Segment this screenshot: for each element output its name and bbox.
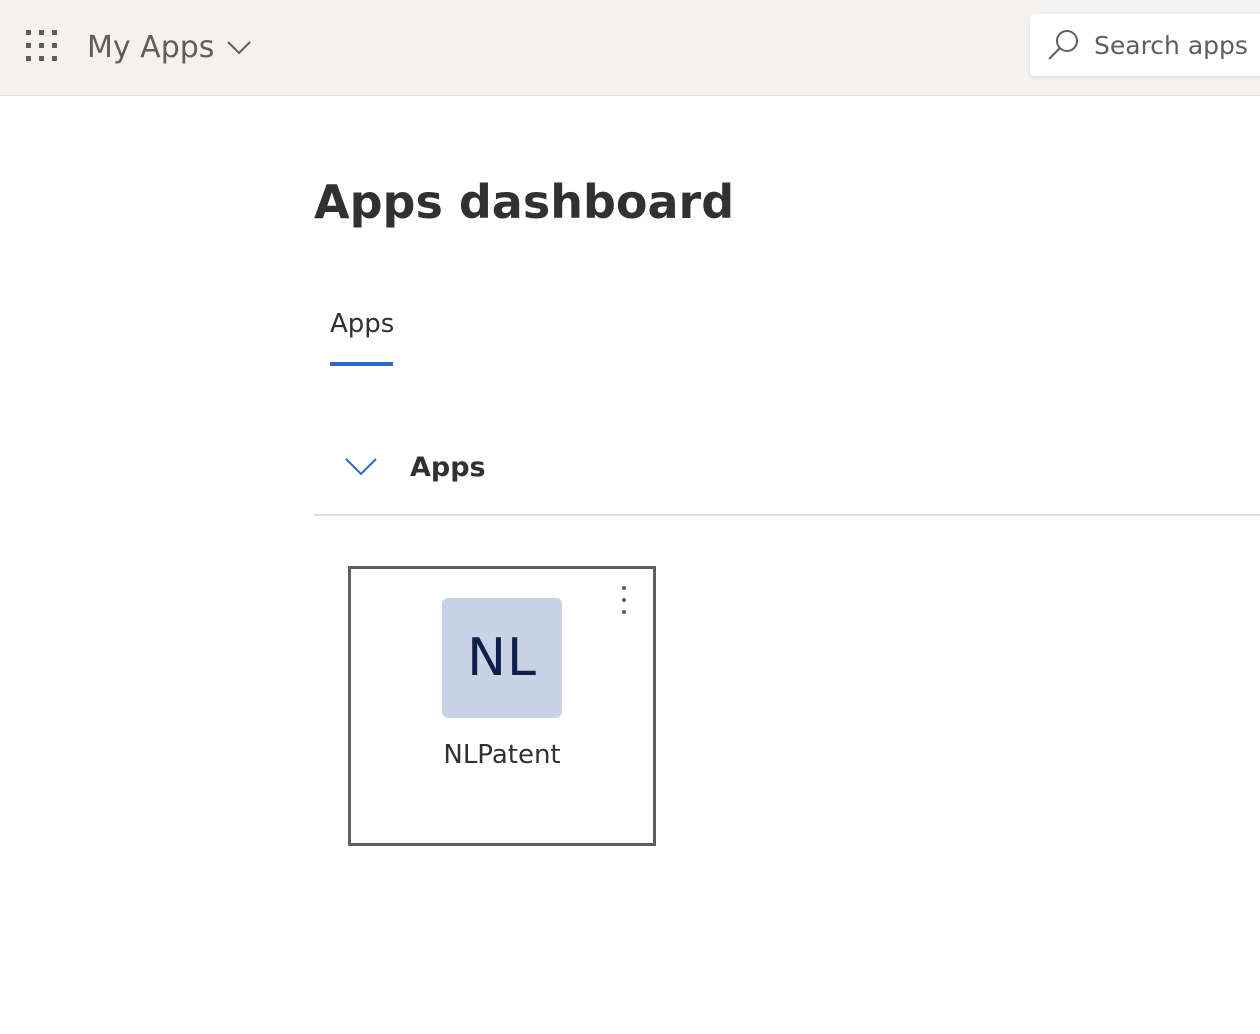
- search-icon: [1048, 30, 1078, 60]
- apps-section-header[interactable]: Apps: [314, 430, 1260, 516]
- top-bar: My Apps: [0, 0, 1260, 96]
- app-title: My Apps: [87, 30, 215, 65]
- app-card-nlpatent[interactable]: NL NLPatent: [348, 566, 656, 846]
- waffle-icon[interactable]: [26, 30, 58, 62]
- tab-apps[interactable]: Apps: [330, 304, 394, 344]
- search-input[interactable]: [1094, 30, 1259, 60]
- section-label: Apps: [410, 452, 486, 483]
- chevron-down-icon: [227, 41, 252, 55]
- app-initials: NL: [467, 628, 537, 688]
- more-vertical-icon[interactable]: [611, 583, 637, 617]
- tab-selected-indicator: [330, 362, 393, 366]
- search-box[interactable]: [1030, 14, 1260, 76]
- page-title: Apps dashboard: [314, 175, 735, 229]
- chevron-down-icon: [345, 458, 377, 476]
- app-logo-tile: NL: [442, 598, 562, 718]
- app-title-menu[interactable]: My Apps: [87, 28, 252, 68]
- app-name: NLPatent: [443, 740, 561, 770]
